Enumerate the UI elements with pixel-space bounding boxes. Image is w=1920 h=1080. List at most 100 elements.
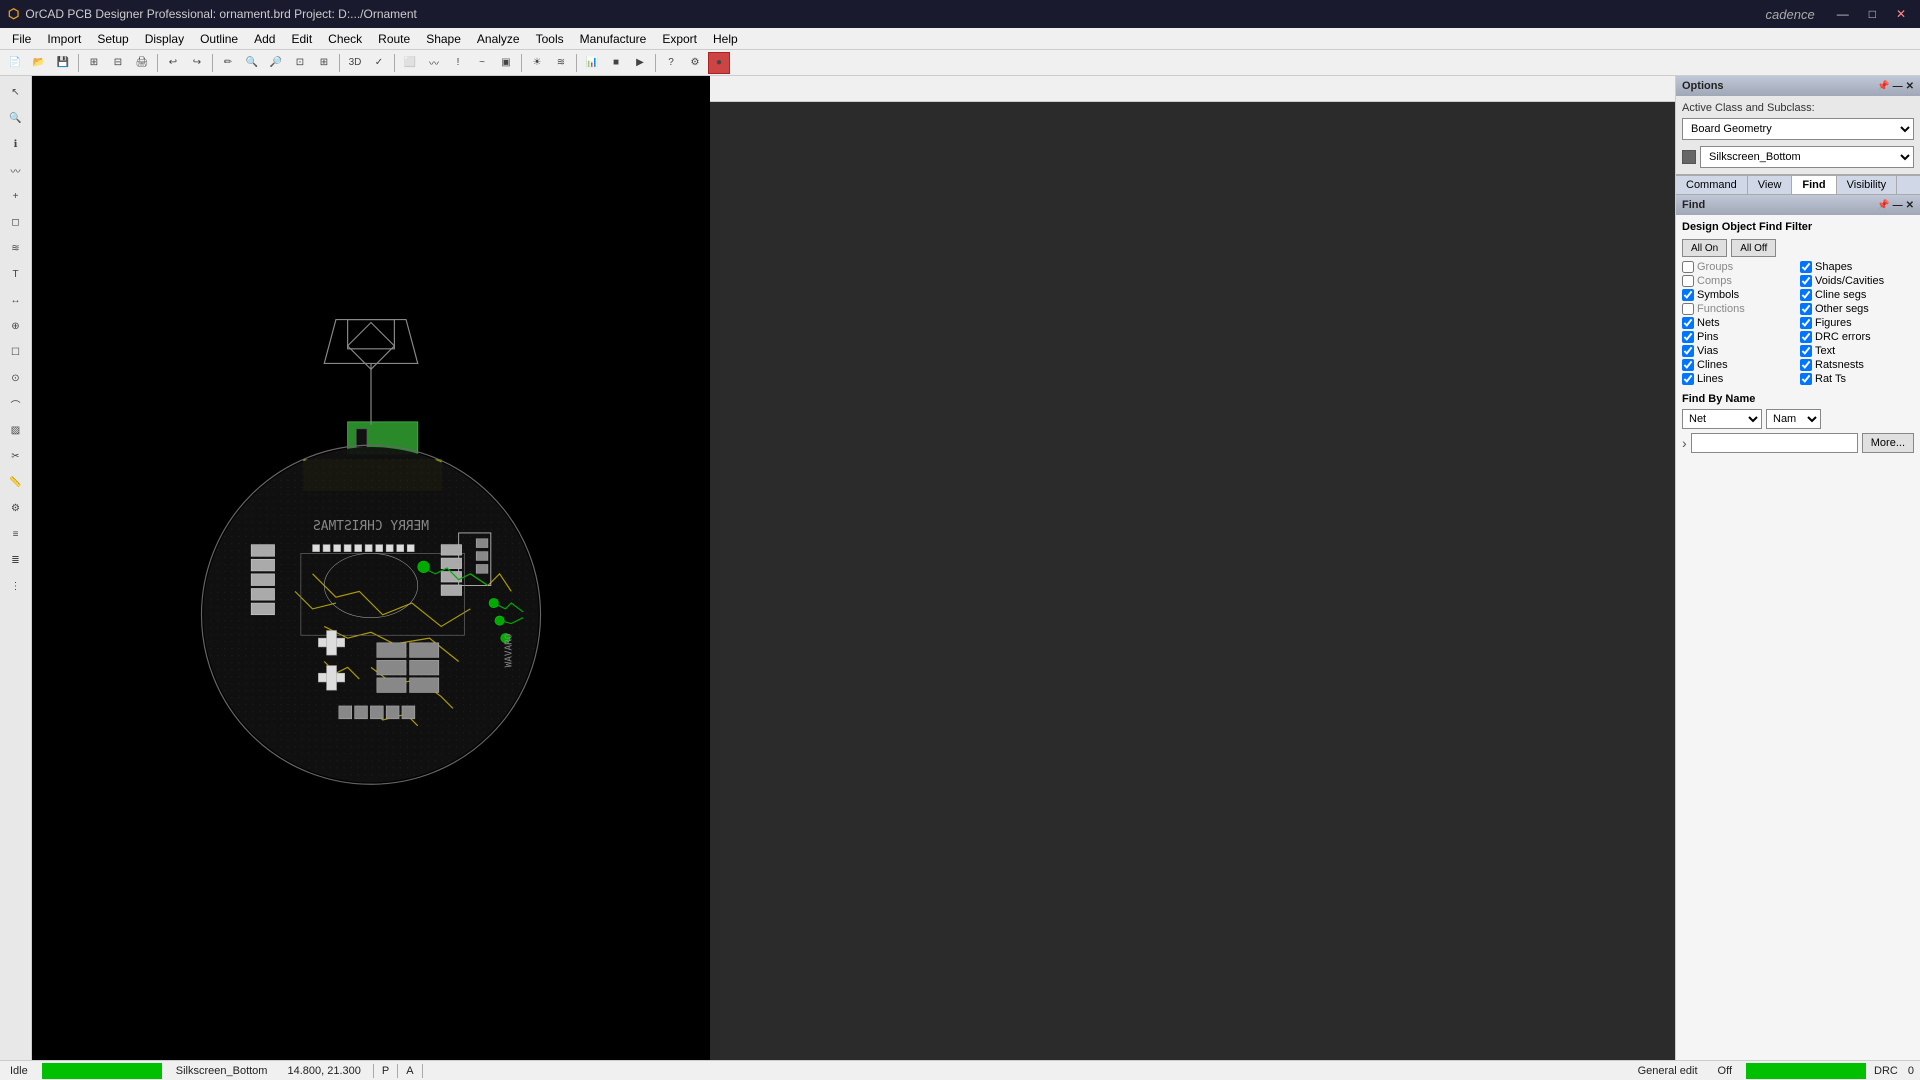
ls-arc[interactable]: ⌒	[4, 392, 28, 416]
tb-new[interactable]: 📄	[4, 52, 26, 74]
menu-outline[interactable]: Outline	[192, 30, 246, 48]
menu-export[interactable]: Export	[654, 30, 705, 48]
ls-script2[interactable]: ⚙	[4, 496, 28, 520]
menu-file[interactable]: File	[4, 30, 39, 48]
find-close-btn[interactable]: ✕	[1906, 200, 1914, 211]
filter-pins-cb[interactable]	[1682, 331, 1694, 343]
ls-layers[interactable]: ≣	[4, 548, 28, 572]
filter-lines-cb[interactable]	[1682, 373, 1694, 385]
filter-figures-cb[interactable]	[1800, 317, 1812, 329]
filter-functions-cb[interactable]	[1682, 303, 1694, 315]
ls-cut[interactable]: ✂	[4, 444, 28, 468]
canvas-area[interactable]: MERRY CHRISTMAS	[32, 76, 710, 1060]
tb-wave[interactable]: ≋	[550, 52, 572, 74]
filter-clines-cb[interactable]	[1682, 359, 1694, 371]
menu-route[interactable]: Route	[370, 30, 418, 48]
tb-help[interactable]: ?	[660, 52, 682, 74]
maximize-button[interactable]: □	[1863, 5, 1882, 23]
ls-meas[interactable]: 📏	[4, 470, 28, 494]
filter-text-cb[interactable]	[1800, 345, 1812, 357]
filter-clinesegs-cb[interactable]	[1800, 289, 1812, 301]
tab-command[interactable]: Command	[1676, 176, 1748, 194]
filter-voids-cb[interactable]	[1800, 275, 1812, 287]
find-text-input[interactable]	[1691, 433, 1858, 453]
tb-run[interactable]: ▶	[629, 52, 651, 74]
tb-grid[interactable]: ⊟	[107, 52, 129, 74]
tb-zoom-out[interactable]: 🔎	[265, 52, 287, 74]
tb-save[interactable]: 💾	[52, 52, 74, 74]
ls-via[interactable]: ⊕	[4, 314, 28, 338]
close-button[interactable]: ✕	[1890, 5, 1912, 23]
ls-fill[interactable]: ▨	[4, 418, 28, 442]
tb-chart[interactable]: 📊	[581, 52, 603, 74]
filter-ratsnests-cb[interactable]	[1800, 359, 1812, 371]
ls-text[interactable]: T	[4, 262, 28, 286]
ls-info[interactable]: ℹ	[4, 132, 28, 156]
options-pin-btn[interactable]: 📌	[1877, 81, 1889, 92]
options-min-btn[interactable]: —	[1893, 81, 1903, 92]
tb-highlight[interactable]: ✏	[217, 52, 239, 74]
tab-find[interactable]: Find	[1792, 176, 1836, 194]
ls-comp[interactable]: ☐	[4, 340, 28, 364]
menu-manufacture[interactable]: Manufacture	[572, 30, 655, 48]
tb-sun[interactable]: ☀	[526, 52, 548, 74]
all-on-btn[interactable]: All On	[1682, 239, 1727, 257]
minimize-button[interactable]: —	[1831, 5, 1855, 23]
ls-dim[interactable]: ↔	[4, 288, 28, 312]
find-type-select[interactable]: Net Pin Via Comp	[1682, 409, 1762, 429]
tb-place[interactable]: ⬜	[399, 52, 421, 74]
filter-nets-cb[interactable]	[1682, 317, 1694, 329]
tb-snap[interactable]: ⊞	[83, 52, 105, 74]
filter-comps-cb[interactable]	[1682, 275, 1694, 287]
ls-route[interactable]: ≋	[4, 236, 28, 260]
tb-zoom-sel[interactable]: ⊞	[313, 52, 335, 74]
filter-groups-cb[interactable]	[1682, 261, 1694, 273]
tb-drc[interactable]: !	[447, 52, 469, 74]
ls-pin[interactable]: ⊙	[4, 366, 28, 390]
tb-zoom-in[interactable]: 🔍	[241, 52, 263, 74]
filter-drc-cb[interactable]	[1800, 331, 1812, 343]
menu-shape[interactable]: Shape	[418, 30, 469, 48]
menu-analyze[interactable]: Analyze	[469, 30, 528, 48]
ls-zoom[interactable]: 🔍	[4, 106, 28, 130]
filter-shapes-cb[interactable]	[1800, 261, 1812, 273]
ls-prop[interactable]: ≡	[4, 522, 28, 546]
ls-wire[interactable]: 〰	[4, 158, 28, 182]
all-off-btn[interactable]: All Off	[1731, 239, 1776, 257]
tb-active[interactable]: ●	[708, 52, 730, 74]
filter-symbols-cb[interactable]	[1682, 289, 1694, 301]
filter-othersegs-cb[interactable]	[1800, 303, 1812, 315]
menu-tools[interactable]: Tools	[528, 30, 572, 48]
menu-add[interactable]: Add	[246, 30, 283, 48]
tb-copper[interactable]: ▣	[495, 52, 517, 74]
ls-shape[interactable]: ◻	[4, 210, 28, 234]
menu-import[interactable]: Import	[39, 30, 89, 48]
find-more-btn[interactable]: More...	[1862, 433, 1914, 453]
menu-edit[interactable]: Edit	[283, 30, 320, 48]
tb-undo[interactable]: ↩	[162, 52, 184, 74]
class-select[interactable]: Board Geometry	[1682, 118, 1914, 140]
tb-redo[interactable]: ↪	[186, 52, 208, 74]
menu-setup[interactable]: Setup	[89, 30, 136, 48]
tb-print[interactable]: 🖨	[131, 52, 153, 74]
tb-3d[interactable]: 3D	[344, 52, 366, 74]
ls-select[interactable]: ↖	[4, 80, 28, 104]
tb-zoom-fit[interactable]: ⊡	[289, 52, 311, 74]
tb-route[interactable]: 〰	[423, 52, 445, 74]
find-match-select[interactable]: Nam Exact	[1766, 409, 1821, 429]
filter-vias-cb[interactable]	[1682, 345, 1694, 357]
menu-display[interactable]: Display	[137, 30, 192, 48]
find-min-btn[interactable]: —	[1893, 200, 1903, 211]
subclass-select[interactable]: Silkscreen_Bottom	[1700, 146, 1914, 168]
options-close-btn[interactable]: ✕	[1906, 81, 1914, 92]
menu-check[interactable]: Check	[320, 30, 370, 48]
tb-check[interactable]: ✓	[368, 52, 390, 74]
ls-more[interactable]: ⋮	[4, 574, 28, 598]
find-pin-btn[interactable]: 📌	[1877, 200, 1889, 211]
tab-view[interactable]: View	[1748, 176, 1793, 194]
tb-script[interactable]: ⚙	[684, 52, 706, 74]
tb-open[interactable]: 📂	[28, 52, 50, 74]
tb-rats[interactable]: ~	[471, 52, 493, 74]
ls-add[interactable]: +	[4, 184, 28, 208]
menu-help[interactable]: Help	[705, 30, 746, 48]
